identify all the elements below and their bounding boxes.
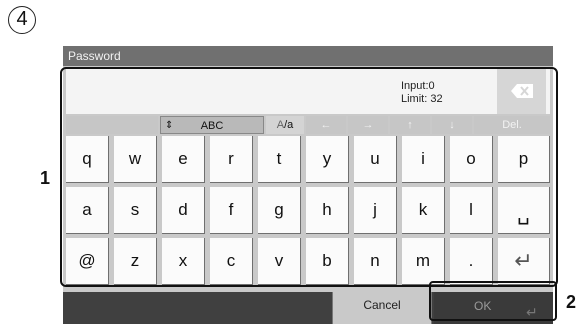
callout-2: 2 [566,292,577,312]
title-bar: Password [63,46,553,66]
keyboard-callout-frame [60,67,558,287]
callout-1: 1 [40,168,51,188]
screen-title: Password [68,49,121,63]
cancel-button[interactable]: Cancel [332,292,432,324]
step-marker: 4 [8,6,36,34]
ok-callout-frame [429,281,557,321]
